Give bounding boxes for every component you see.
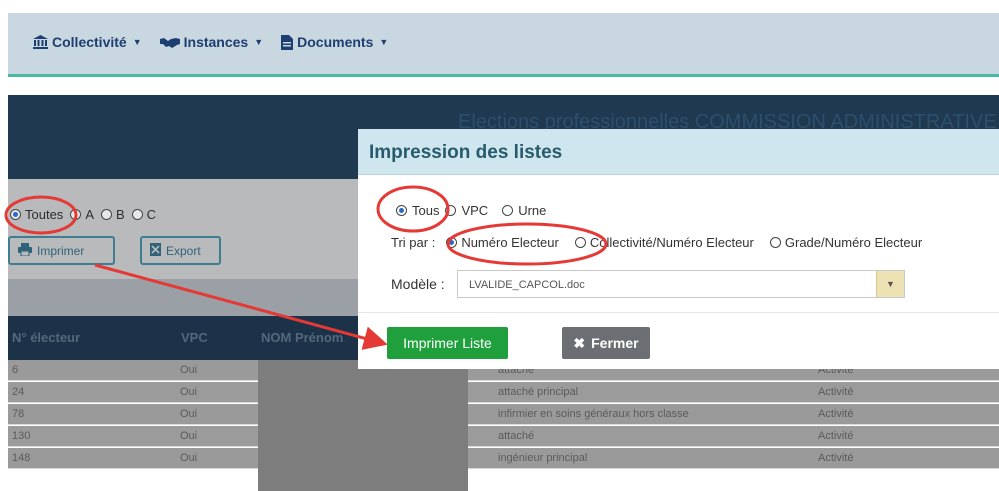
cell-position: Activité bbox=[818, 452, 854, 464]
caret-down-icon[interactable]: ▼ bbox=[876, 271, 904, 297]
modal-title: Impression des listes bbox=[369, 142, 563, 163]
filter-toutes[interactable]: Toutes bbox=[10, 207, 63, 222]
model-select-value: LVALIDE_CAPCOL.doc bbox=[469, 279, 585, 291]
radio-icon bbox=[502, 205, 514, 216]
cell-vpc: Oui bbox=[180, 386, 198, 398]
cell-vpc: Oui bbox=[180, 430, 198, 442]
filter-label: Toutes bbox=[25, 207, 64, 222]
option-label: Tous bbox=[412, 203, 440, 218]
model-label: Modèle : bbox=[391, 276, 445, 292]
filter-label: C bbox=[146, 207, 157, 222]
filter-b[interactable]: B bbox=[100, 207, 125, 222]
redacted-names bbox=[258, 360, 468, 491]
sort-options: Tri par : Numéro Electeur Collectivité/N… bbox=[391, 235, 933, 250]
radio-selected-icon bbox=[396, 205, 407, 216]
nav-documents[interactable]: Documents ▼ bbox=[281, 34, 388, 50]
filter-label: B bbox=[115, 207, 125, 222]
cell-grade: attaché bbox=[498, 430, 535, 442]
option-tous[interactable]: Tous bbox=[396, 203, 439, 218]
radio-icon bbox=[769, 237, 781, 248]
filter-label: A bbox=[85, 207, 94, 222]
sort-collectivite-numero[interactable]: Collectivité/Numéro Electeur bbox=[574, 235, 754, 250]
cell-num: 6 bbox=[12, 364, 19, 376]
radio-icon bbox=[574, 237, 586, 248]
nav-instances[interactable]: Instances ▼ bbox=[159, 34, 264, 50]
option-urne[interactable]: Urne bbox=[502, 203, 546, 218]
sort-label: Tri par : bbox=[391, 235, 436, 250]
bank-icon bbox=[33, 35, 48, 49]
main-menu: Collectivité ▼ Instances ▼ Documents ▼ bbox=[33, 34, 388, 50]
document-icon bbox=[281, 34, 294, 50]
sort-grade-numero[interactable]: Grade/Numéro Electeur bbox=[769, 235, 923, 250]
cell-num: 24 bbox=[12, 386, 25, 398]
radio-selected-icon bbox=[446, 237, 458, 248]
print-button-label: Imprimer bbox=[37, 243, 85, 258]
cell-vpc: Oui bbox=[180, 452, 198, 464]
caret-down-icon: ▼ bbox=[379, 37, 389, 47]
option-vpc[interactable]: VPC bbox=[445, 203, 488, 218]
caret-down-icon: ▼ bbox=[254, 37, 264, 47]
category-filter: Toutes A B C bbox=[10, 207, 156, 222]
radio-icon bbox=[70, 209, 82, 220]
printer-icon bbox=[18, 242, 32, 259]
cell-grade: attaché principal bbox=[498, 386, 579, 398]
cell-vpc: Oui bbox=[180, 408, 198, 420]
nav-instances-label: Instances bbox=[183, 34, 249, 50]
option-label: Urne bbox=[518, 203, 547, 218]
column-header[interactable]: VPC bbox=[181, 330, 208, 345]
table-row[interactable]: 148 Oui ingénieur principal Activité bbox=[8, 448, 999, 469]
nav-collectivite[interactable]: Collectivité ▼ bbox=[33, 34, 142, 50]
list-type-options: Tous VPC Urne bbox=[396, 203, 546, 218]
close-button[interactable]: ✖ Fermer bbox=[562, 327, 650, 359]
close-button-label: Fermer bbox=[591, 335, 639, 351]
top-navbar: Collectivité ▼ Instances ▼ Documents ▼ bbox=[8, 13, 999, 77]
radio-icon bbox=[445, 205, 457, 216]
modal-divider bbox=[358, 312, 999, 313]
sort-numero-electeur[interactable]: Numéro Electeur bbox=[446, 235, 559, 250]
option-label: VPC bbox=[461, 203, 489, 218]
sort-option-label: Numéro Electeur bbox=[461, 235, 559, 250]
cell-num: 130 bbox=[12, 430, 31, 442]
export-button-label: Export bbox=[166, 243, 201, 258]
export-button[interactable]: Export bbox=[140, 236, 221, 265]
radio-icon bbox=[100, 209, 112, 220]
table-row[interactable]: 24 Oui attaché principal Activité bbox=[8, 382, 999, 403]
filter-c[interactable]: C bbox=[131, 207, 157, 222]
cell-position: Activité bbox=[818, 408, 854, 420]
radio-icon bbox=[131, 209, 143, 220]
column-header[interactable]: NOM Prénom bbox=[261, 330, 343, 345]
cell-num: 148 bbox=[12, 452, 31, 464]
cell-grade: infirmier en soins généraux hors classe bbox=[498, 408, 689, 420]
filter-a[interactable]: A bbox=[70, 207, 94, 222]
print-lists-modal: Impression des listes Tous VPC Urne Tri … bbox=[358, 129, 999, 369]
print-list-button-label: Imprimer Liste bbox=[403, 335, 492, 351]
radio-selected-icon bbox=[10, 209, 21, 220]
cell-position: Activité bbox=[818, 386, 854, 398]
cell-vpc: Oui bbox=[180, 364, 198, 376]
modal-header: Impression des listes bbox=[358, 129, 999, 175]
column-header[interactable]: N° électeur bbox=[12, 330, 80, 345]
excel-icon bbox=[150, 242, 161, 259]
print-list-button[interactable]: Imprimer Liste bbox=[387, 327, 508, 359]
nav-documents-label: Documents bbox=[297, 34, 374, 50]
caret-down-icon: ▼ bbox=[132, 37, 142, 47]
table-row[interactable]: 78 Oui infirmier en soins généraux hors … bbox=[8, 404, 999, 425]
model-select[interactable]: LVALIDE_CAPCOL.doc ▼ bbox=[457, 270, 905, 298]
cell-position: Activité bbox=[818, 430, 854, 442]
screenshot-root: Collectivité ▼ Instances ▼ Documents ▼ E… bbox=[0, 0, 999, 491]
print-button[interactable]: Imprimer bbox=[8, 236, 115, 265]
cell-num: 78 bbox=[12, 408, 25, 420]
handshake-icon bbox=[159, 36, 180, 49]
sort-option-label: Grade/Numéro Electeur bbox=[784, 235, 923, 250]
table-row[interactable]: 130 Oui attaché Activité bbox=[8, 426, 999, 447]
cell-grade: ingénieur principal bbox=[498, 452, 588, 464]
nav-collectivite-label: Collectivité bbox=[52, 34, 127, 50]
sort-option-label: Collectivité/Numéro Electeur bbox=[589, 235, 754, 250]
close-icon: ✖ bbox=[573, 334, 586, 351]
